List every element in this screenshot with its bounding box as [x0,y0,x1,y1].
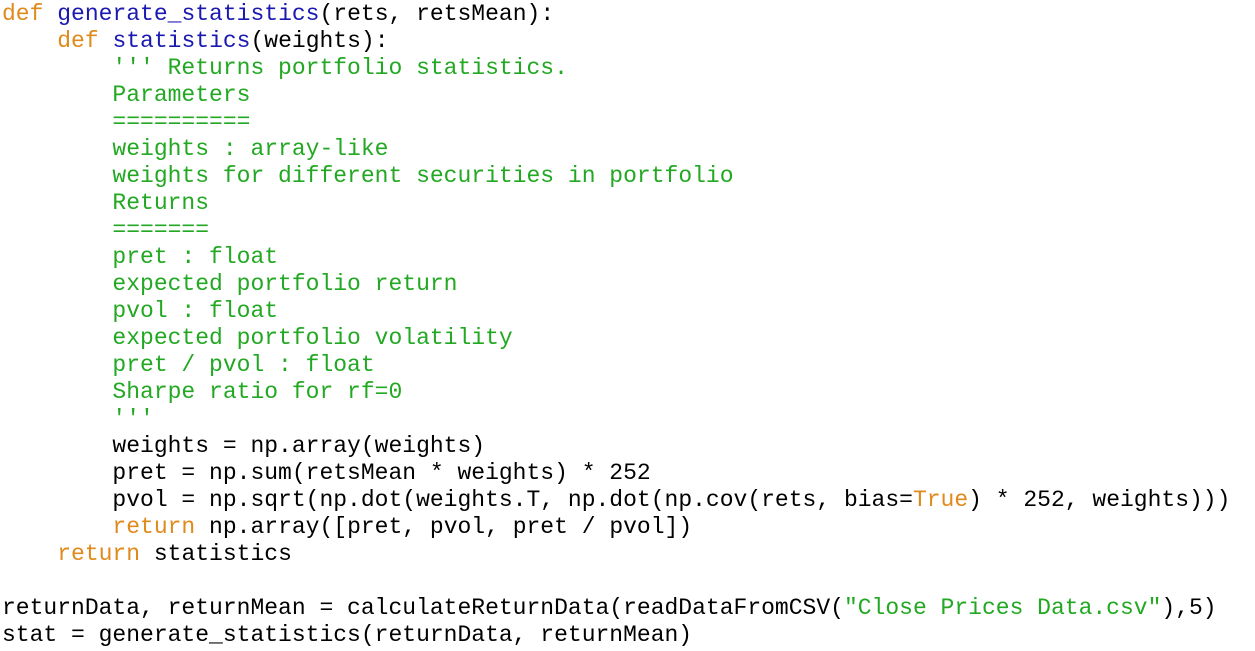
docstring-line: ========== [2,109,1252,136]
docstring-line: pret : float [2,244,1252,271]
code-line: return np.array([pret, pvol, pret / pvol… [2,514,1252,541]
keyword-def: def [2,1,44,27]
docstring-text: weights : array-like [112,136,389,162]
keyword-return: return [112,514,196,540]
docstring-line: weights for different securities in port… [2,163,1252,190]
docstring-text: ''' Returns portfolio statistics. [112,55,568,81]
code-text: ) * 252, weights))) [968,487,1231,513]
code-line: pvol = np.sqrt(np.dot(weights.T, np.dot(… [2,487,1252,514]
docstring-line: expected portfolio volatility [2,325,1252,352]
docstring-line: Returns [2,190,1252,217]
code-line: stat = generate_statistics(returnData, r… [2,622,1252,649]
code-text: ),5) [1161,595,1217,621]
code-line: pret = np.sum(retsMean * weights) * 252 [2,460,1252,487]
keyword-return: return [57,541,141,567]
docstring-line: pret / pvol : float [2,352,1252,379]
docstring-line: ''' [2,406,1252,433]
code-line: weights = np.array(weights) [2,433,1252,460]
code-text: (weights): [250,28,389,54]
docstring-text: Sharpe ratio for rf=0 [112,379,403,405]
code-text: weights = np.array(weights) [112,433,486,459]
docstring-line: ''' Returns portfolio statistics. [2,55,1252,82]
code-text: statistics [140,541,292,567]
function-name: statistics [112,28,251,54]
docstring-line: Sharpe ratio for rf=0 [2,379,1252,406]
docstring-text: pret : float [112,244,279,270]
docstring-text: weights for different securities in port… [112,163,734,189]
code-line: def statistics(weights): [2,28,1252,55]
code-text: np.array([pret, pvol, pret / pvol]) [195,514,693,540]
docstring-line: weights : array-like [2,136,1252,163]
code-text: stat = generate_statistics(returnData, r… [2,622,693,648]
code-line: returnData, returnMean = calculateReturn… [2,595,1252,622]
code-text: (rets, retsMean): [319,1,555,27]
docstring-text: Returns [112,190,210,216]
code-text: pvol = np.sqrt(np.dot(weights.T, np.dot(… [112,487,913,513]
code-text: pret = np.sum(retsMean * weights) * 252 [112,460,651,486]
docstring-text: pret / pvol : float [112,352,375,378]
docstring-line: ======= [2,217,1252,244]
docstring-text: expected portfolio return [112,271,458,297]
docstring-line: expected portfolio return [2,271,1252,298]
docstring-text: ''' [112,406,154,432]
docstring-text: ========== [112,109,251,135]
docstring-line: pvol : float [2,298,1252,325]
code-editor[interactable]: def generate_statistics(rets, retsMean):… [2,1,1252,649]
string-literal: "Close Prices Data.csv" [843,595,1162,621]
keyword-def: def [57,28,99,54]
docstring-text: Parameters [112,82,251,108]
code-line: return statistics [2,541,1252,568]
keyword-true: True [912,487,969,513]
code-line: def generate_statistics(rets, retsMean): [2,1,1252,28]
docstring-text: pvol : float [112,298,279,324]
function-name: generate_statistics [57,1,320,27]
docstring-line: Parameters [2,82,1252,109]
docstring-text: expected portfolio volatility [112,325,513,351]
docstring-text: ======= [112,217,210,243]
code-text: returnData, returnMean = calculateReturn… [2,595,844,621]
